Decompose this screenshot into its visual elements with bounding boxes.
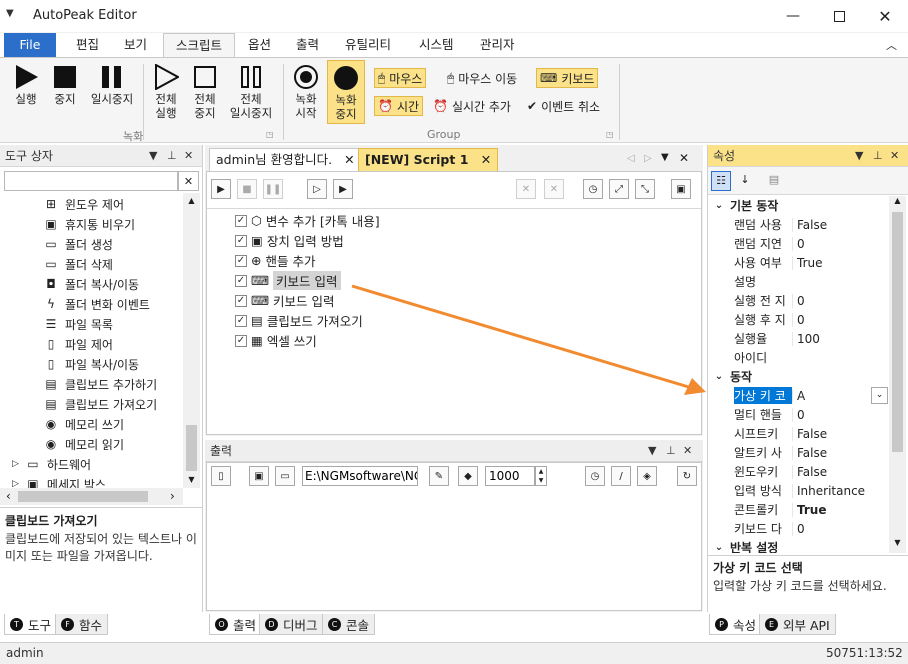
- annotation-arrow: [351, 284, 706, 395]
- status-user: admin: [6, 646, 44, 660]
- status-bar: admin 50751:13:52: [0, 642, 908, 664]
- status-clock: 50751:13:52: [826, 646, 903, 660]
